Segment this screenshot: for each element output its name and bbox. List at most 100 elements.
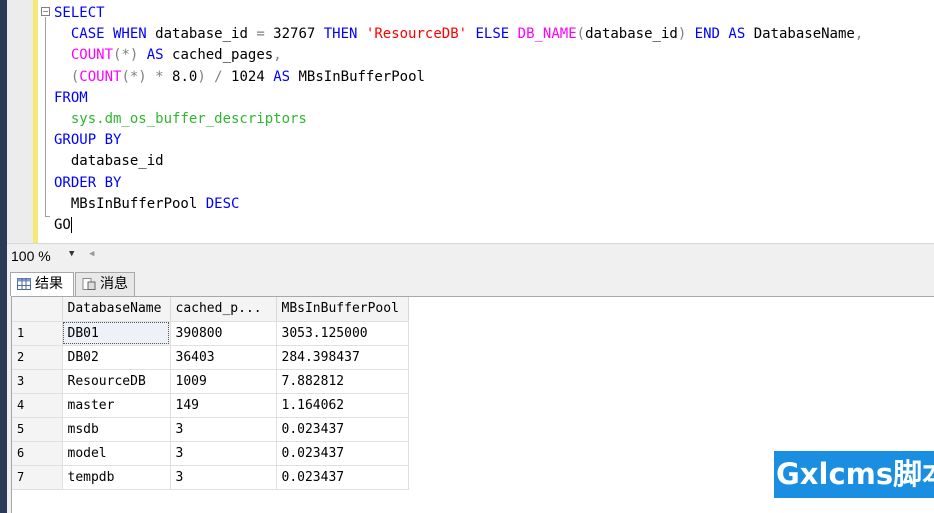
code-line: SELECT	[54, 3, 105, 24]
tab-label: 消息	[100, 276, 128, 292]
sql-editor[interactable]: − SELECT CASE WHEN database_id = 32767 T…	[38, 0, 934, 243]
scroll-left-icon[interactable]: ◀	[89, 249, 94, 259]
code-line: sys.dm_os_buffer_descriptors	[54, 109, 307, 130]
table-cell[interactable]: 149	[170, 393, 277, 418]
code-token: GROUP BY	[54, 132, 122, 149]
row-number[interactable]: 1	[12, 321, 63, 346]
code-token: database_id	[54, 153, 164, 170]
code-line: (COUNT(*) * 8.0) / 1024 AS MBsInBufferPo…	[54, 67, 425, 88]
table-cell[interactable]: 36403	[170, 345, 277, 370]
tab-messages[interactable]: 消息	[75, 272, 135, 296]
code-token: DESC	[205, 195, 240, 212]
code-token: 'ResourceDB'	[365, 26, 476, 43]
code-token: THEN	[323, 26, 366, 43]
code-token: database_id	[585, 26, 678, 43]
fold-guide	[45, 17, 46, 217]
table-row[interactable]: 3 ResourceDB 1009 7.882812	[12, 369, 409, 394]
code-token: FROM	[54, 89, 88, 106]
code-line: CASE WHEN database_id = 32767 THEN 'Reso…	[54, 24, 863, 45]
code-token: (*)	[113, 47, 147, 64]
code-token: DB_NAME	[517, 26, 577, 43]
collapse-icon[interactable]: −	[41, 7, 50, 16]
code-token: ,	[273, 47, 282, 64]
watermark-logo: Gxlcms脚本	[774, 451, 934, 498]
code-token: MBsInBufferPool	[298, 68, 425, 85]
code-line: FROM	[54, 88, 88, 109]
tab-label: 结果	[35, 276, 63, 292]
column-header-databasename[interactable]: DatabaseName	[62, 297, 171, 322]
code-token: ) /	[197, 68, 232, 85]
table-cell[interactable]: 390800	[170, 321, 277, 346]
zoom-level[interactable]: 100 %	[11, 248, 51, 264]
table-cell[interactable]: 284.398437	[276, 345, 409, 370]
left-panel-edge	[0, 0, 7, 513]
code-line: GO	[54, 215, 72, 236]
table-cell[interactable]: DB01	[62, 321, 171, 346]
table-cell[interactable]: 3053.125000	[276, 321, 409, 346]
table-row[interactable]: 6 model 3 0.023437	[12, 441, 409, 466]
table-row[interactable]: 5 msdb 3 0.023437	[12, 417, 409, 442]
table-cell[interactable]: msdb	[62, 417, 171, 442]
code-token: GO	[54, 217, 71, 233]
column-header-mbsinbufferpool[interactable]: MBsInBufferPool	[276, 297, 409, 322]
code-token: 1024	[231, 68, 274, 85]
row-number[interactable]: 6	[12, 441, 63, 466]
code-token: MBsInBufferPool	[54, 195, 206, 212]
code-token: ORDER BY	[54, 174, 122, 191]
row-number[interactable]: 2	[12, 345, 63, 370]
row-number[interactable]: 4	[12, 393, 63, 418]
table-cell[interactable]: 0.023437	[276, 441, 409, 466]
code-token: SELECT	[54, 5, 105, 21]
table-cell[interactable]: 3	[170, 441, 277, 466]
code-line: COUNT(*) AS cached_pages,	[54, 45, 282, 66]
table-cell[interactable]: 3	[170, 465, 277, 490]
tab-results[interactable]: 结果	[10, 272, 74, 296]
code-token: COUNT	[54, 47, 114, 64]
code-token: (*) *	[121, 68, 173, 85]
code-line: ORDER BY	[54, 173, 121, 194]
chevron-down-icon[interactable]: ▼	[69, 249, 74, 259]
table-cell[interactable]: ResourceDB	[62, 369, 171, 394]
table-cell[interactable]: tempdb	[62, 465, 171, 490]
row-number[interactable]: 5	[12, 417, 63, 442]
row-number[interactable]: 7	[12, 465, 63, 490]
code-line: MBsInBufferPool DESC	[54, 194, 240, 215]
code-token: sys.dm_os_buffer_descriptors	[54, 111, 307, 127]
table-row[interactable]: 7 tempdb 3 0.023437	[12, 465, 409, 490]
column-header-cached-pages[interactable]: cached_p...	[170, 297, 277, 322]
code-line: database_id	[54, 151, 164, 172]
grid-header-row: DatabaseName cached_p... MBsInBufferPool	[12, 297, 409, 322]
table-cell[interactable]: 7.882812	[276, 369, 409, 394]
table-cell[interactable]: master	[62, 393, 171, 418]
code-token: DatabaseName	[753, 26, 855, 43]
code-token: database_id	[155, 26, 257, 43]
code-token: 8.0	[172, 68, 198, 85]
code-token: =	[256, 26, 274, 43]
table-row[interactable]: 4 master 149 1.164062	[12, 393, 409, 418]
table-cell[interactable]: 0.023437	[276, 417, 409, 442]
code-token: ELSE	[475, 26, 518, 43]
table-cell[interactable]: 3	[170, 417, 277, 442]
text-caret	[70, 217, 72, 233]
table-cell[interactable]: 1.164062	[276, 393, 409, 418]
row-number-header[interactable]	[12, 297, 63, 322]
code-token: cached_pages	[172, 47, 274, 64]
message-icon	[82, 278, 96, 290]
code-token: 32767	[273, 26, 324, 43]
table-row[interactable]: 2 DB02 36403 284.398437	[12, 345, 409, 370]
row-number[interactable]: 3	[12, 369, 63, 394]
table-cell[interactable]: model	[62, 441, 171, 466]
table-cell[interactable]: DB02	[62, 345, 171, 370]
grid-icon	[17, 278, 31, 290]
code-token: AS	[146, 47, 173, 64]
code-token: COUNT	[79, 68, 122, 85]
code-token: )	[677, 26, 695, 43]
editor-gutter	[7, 0, 33, 243]
fold-guide-end	[45, 216, 50, 217]
table-row[interactable]: 1 DB01 390800 3053.125000	[12, 321, 409, 346]
code-line: GROUP BY	[54, 130, 121, 151]
code-token: (	[576, 26, 586, 43]
table-cell[interactable]: 0.023437	[276, 465, 409, 490]
code-token: CASE WHEN	[54, 26, 156, 43]
table-cell[interactable]: 1009	[170, 369, 277, 394]
